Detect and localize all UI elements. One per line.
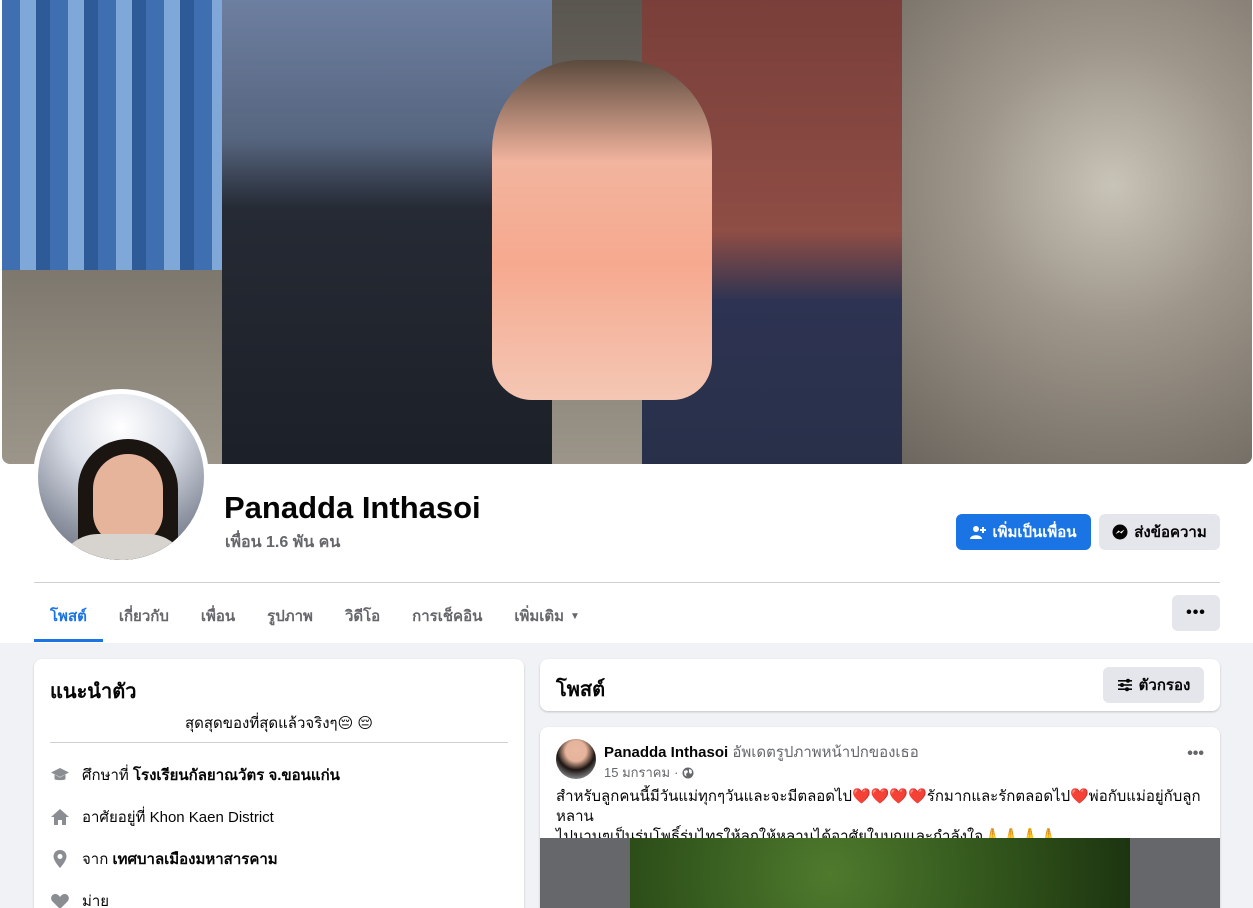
profile-more-button[interactable]: •••	[1172, 595, 1220, 631]
from-place[interactable]: เทศบาลเมืองมหาสารคาม	[112, 851, 277, 868]
profile-avatar[interactable]	[38, 394, 204, 560]
post-meta-dot: ·	[674, 765, 679, 780]
tab-friends[interactable]: เพื่อน	[185, 590, 251, 642]
filter-icon	[1117, 678, 1132, 692]
cover-photo-table	[2, 0, 227, 270]
tab-friends-label: เพื่อน	[200, 608, 236, 625]
info-education: ศึกษาที่ โรงเรียนกัลยาณวัตร จ.ขอนแก่น	[50, 763, 340, 787]
post-text-line-1: สำหรับลูกคนนี้มีวันแม่ทุกๆวันและจะมีตลอด…	[556, 788, 1201, 825]
tab-posts[interactable]: โพสต์	[34, 590, 103, 642]
tab-checkins[interactable]: การเช็คอิน	[396, 590, 498, 642]
add-friend-label: เพิ่มเป็นเพื่อน	[992, 524, 1077, 541]
post-card: Panadda Inthasoi อัพเดตรูปภาพหน้าปกของเธ…	[540, 727, 1220, 908]
info-relationship: ม่าย	[50, 889, 109, 908]
tab-checkins-label: การเช็คอิน	[412, 608, 483, 625]
education-text: ศึกษาที่ โรงเรียนกัลยาณวัตร จ.ขอนแก่น	[82, 763, 340, 787]
graduation-cap-icon	[51, 768, 69, 781]
tab-photos-label: รูปภาพ	[267, 608, 313, 625]
globe-icon	[682, 767, 694, 778]
posts-title: โพสต์	[556, 679, 606, 701]
chevron-down-icon: ▼	[570, 610, 580, 622]
tab-more[interactable]: เพิ่มเติม ▼	[498, 590, 596, 642]
post-meta: 15 มกราคม ·	[604, 762, 694, 783]
post-author-avatar[interactable]	[556, 739, 596, 779]
from-prefix: จาก	[82, 851, 113, 868]
post-date[interactable]: 15 มกราคม	[604, 762, 670, 783]
message-button[interactable]: ส่งข้อความ	[1099, 514, 1220, 550]
post-author-name[interactable]: Panadda Inthasoi	[604, 744, 728, 761]
info-lives-in: อาศัยอยู่ที่ Khon Kaen District	[50, 805, 274, 829]
info-from: จาก เทศบาลเมืองมหาสารคาม	[50, 847, 278, 871]
heart-icon	[51, 894, 69, 908]
posts-header-card: โพสต์ ตัวกรอง	[540, 659, 1220, 711]
post-options-button[interactable]: •••	[1187, 745, 1204, 763]
tab-videos-label: วิดีโอ	[344, 608, 381, 625]
intro-card: แนะนำตัว สุดสุดของที่สุดแล้วจริงๆ😔 😔 ศึก…	[34, 659, 524, 908]
relationship-text: ม่าย	[82, 893, 110, 908]
messenger-icon	[1112, 524, 1128, 540]
more-dots-icon: •••	[1186, 604, 1206, 621]
post-author-line: Panadda Inthasoi อัพเดตรูปภาพหน้าปกของเธ…	[604, 740, 919, 764]
post-image[interactable]	[540, 838, 1220, 908]
tab-photos[interactable]: รูปภาพ	[251, 590, 329, 642]
cover-photo-girl	[492, 60, 712, 400]
cover-photo[interactable]	[2, 0, 1252, 464]
post-photo	[630, 838, 1130, 908]
bio-text: สุดสุดของที่สุดแล้วจริงๆ😔 😔	[184, 715, 374, 732]
tab-more-label: เพิ่มเติม	[514, 608, 565, 625]
intro-title: แนะนำตัว	[50, 681, 137, 703]
add-friend-button[interactable]: เพิ่มเป็นเพื่อน	[956, 514, 1091, 550]
tab-about-label: เกี่ยวกับ	[118, 608, 169, 625]
home-icon	[51, 809, 69, 825]
profile-name: Panadda Inthasoi	[224, 490, 481, 525]
avatar-face	[93, 454, 163, 544]
tab-about[interactable]: เกี่ยวกับ	[103, 590, 185, 642]
filter-button[interactable]: ตัวกรอง	[1103, 667, 1204, 703]
add-friend-icon	[970, 526, 987, 539]
tab-videos[interactable]: วิดีโอ	[329, 590, 396, 642]
from-text: จาก เทศบาลเมืองมหาสารคาม	[82, 847, 278, 871]
lives-in-text: อาศัยอยู่ที่ Khon Kaen District	[82, 809, 274, 826]
education-prefix: ศึกษาที่	[82, 767, 133, 784]
tab-posts-label: โพสต์	[50, 608, 87, 625]
filter-label: ตัวกรอง	[1138, 677, 1191, 694]
education-school[interactable]: โรงเรียนกัลยาณวัตร จ.ขอนแก่น	[133, 767, 340, 784]
cover-photo-ground	[902, 0, 1252, 464]
profile-tabs: โพสต์ เกี่ยวกับ เพื่อน รูปภาพ วิดีโอ การ…	[34, 590, 596, 642]
friend-count[interactable]: เพื่อน 1.6 พัน คน	[225, 530, 340, 555]
location-pin-icon	[53, 850, 67, 868]
message-label: ส่งข้อความ	[1134, 524, 1207, 541]
header-divider	[34, 582, 1220, 583]
bio-divider	[50, 742, 508, 743]
post-action: อัพเดตรูปภาพหน้าปกของเธอ	[728, 744, 919, 761]
profile-header: Panadda Inthasoi เพื่อน 1.6 พัน คน เพิ่ม…	[0, 0, 1253, 643]
